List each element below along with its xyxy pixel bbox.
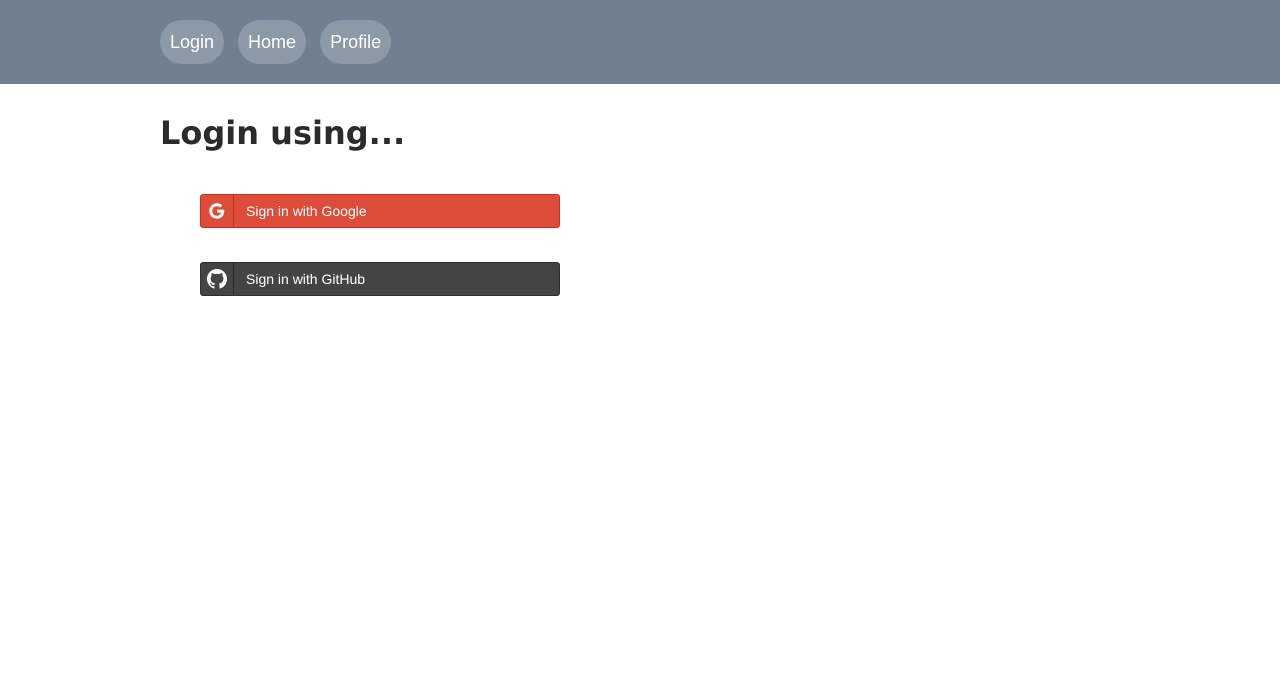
- github-button-label: Sign in with GitHub: [246, 271, 366, 287]
- google-icon: [201, 195, 234, 227]
- top-navbar: Login Home Profile: [0, 0, 1280, 84]
- nav-profile-link[interactable]: Profile: [320, 20, 392, 64]
- nav-login-link[interactable]: Login: [160, 20, 225, 64]
- sign-in-github-button[interactable]: Sign in with GitHub: [200, 262, 560, 296]
- nav-home-link[interactable]: Home: [238, 20, 307, 64]
- nav-links: Login Home Profile: [160, 20, 392, 64]
- sign-in-google-button[interactable]: Sign in with Google: [200, 194, 560, 228]
- google-button-label: Sign in with Google: [246, 203, 367, 219]
- github-icon: [201, 263, 234, 295]
- page-title: Login using...: [160, 114, 406, 152]
